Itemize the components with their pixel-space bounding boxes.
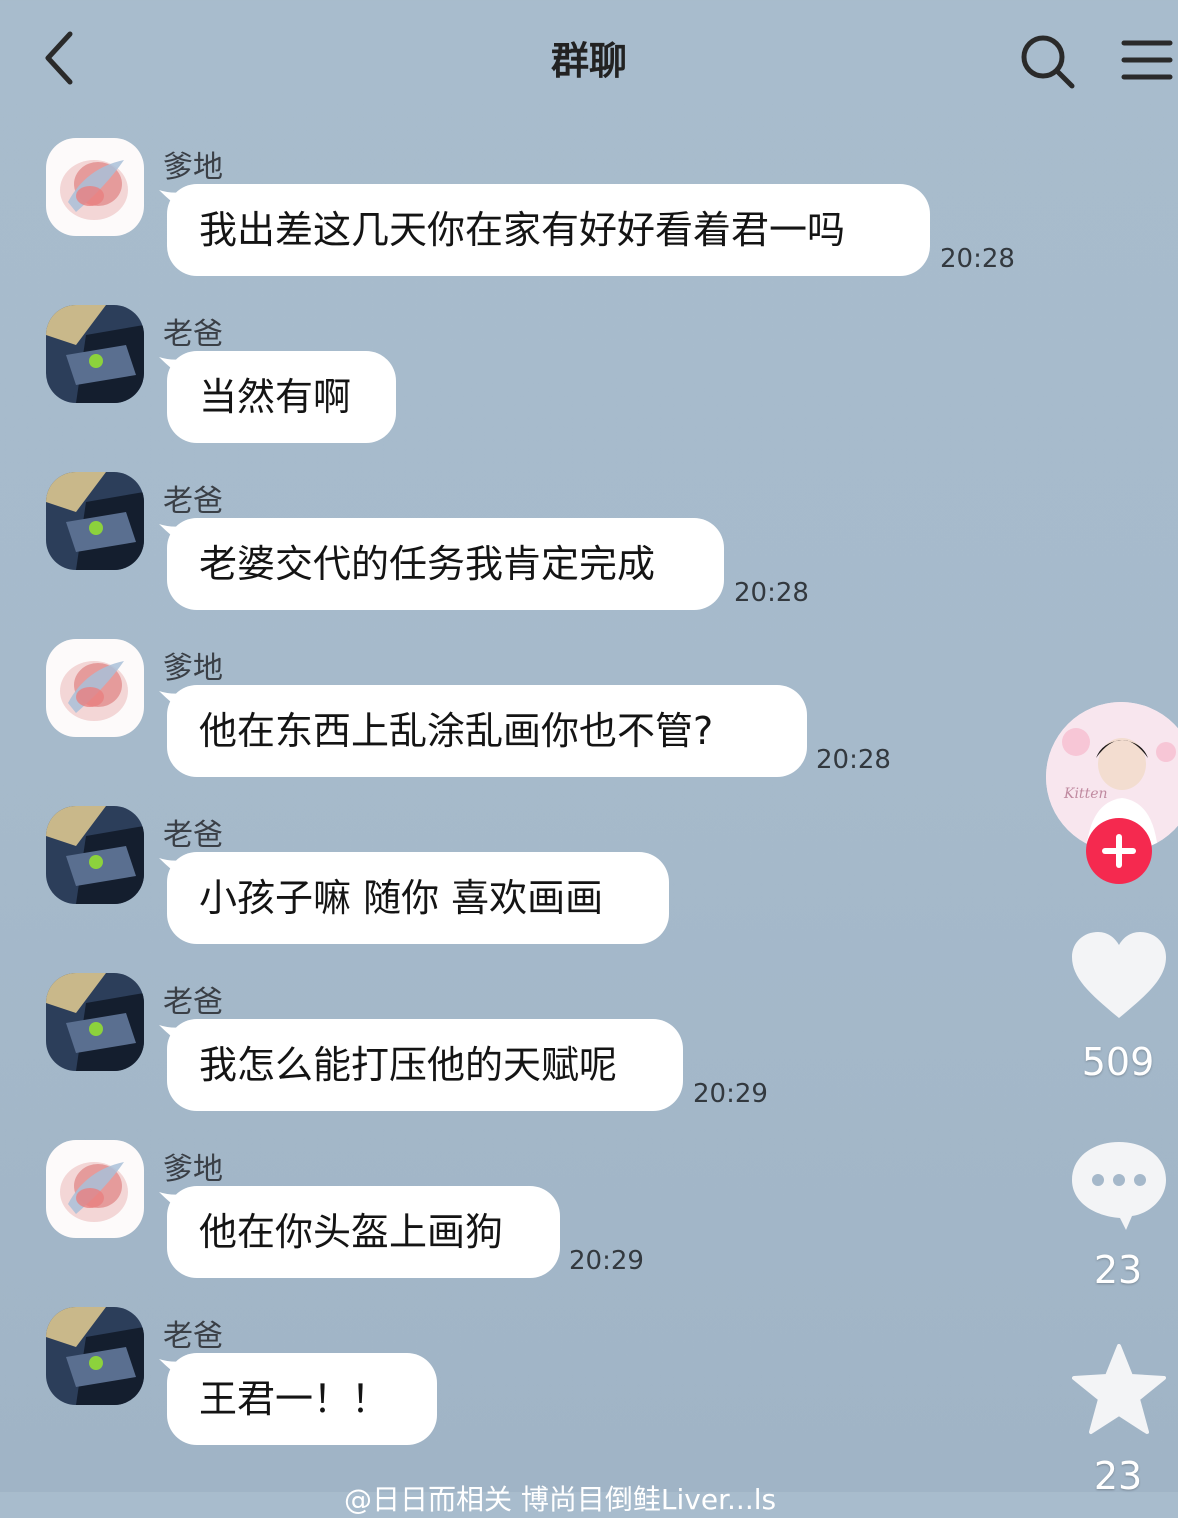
message-row: 爹地 他在东西上乱涂乱画你也不管? 20:28	[0, 639, 1178, 806]
heart-icon	[1072, 932, 1166, 1018]
sender-name: 老爸	[163, 818, 223, 853]
bubble-tail	[159, 357, 185, 379]
like-count: 509	[1081, 1040, 1155, 1084]
message-row: 老爸 当然有啊	[0, 305, 1178, 472]
car-avatar-icon	[46, 806, 144, 904]
message-time: 20:28	[940, 244, 1015, 274]
message-text: 小孩子嘛 随你 喜欢画画	[199, 876, 604, 920]
menu-button[interactable]	[1118, 34, 1174, 86]
message-row: 爹地 他在你头盔上画狗 20:29	[0, 1140, 1178, 1307]
message-row: 老爸 老婆交代的任务我肯定完成 20:28	[0, 472, 1178, 639]
sender-name: 爹地	[163, 1152, 223, 1187]
message-bubble[interactable]: 我怎么能打压他的天赋呢	[159, 1019, 683, 1111]
avatar[interactable]	[46, 1140, 144, 1238]
message-text: 当然有啊	[199, 375, 352, 419]
message-text: 老婆交代的任务我肯定完成	[199, 542, 656, 586]
bubble-tail	[159, 524, 185, 546]
message-bubble[interactable]: 当然有啊	[159, 351, 396, 443]
sender-name: 老爸	[163, 1319, 223, 1354]
sender-name: 老爸	[163, 985, 223, 1020]
flower-avatar-icon	[46, 138, 144, 236]
avatar-text: Kitten	[1063, 786, 1108, 802]
avatar[interactable]	[46, 806, 144, 904]
message-text: 王君一！！	[199, 1377, 390, 1421]
avatar[interactable]	[46, 138, 144, 236]
bubble-tail	[159, 858, 185, 880]
favorite-button[interactable]	[1072, 1344, 1166, 1436]
top-bar: 群聊	[0, 0, 1178, 120]
bubble-tail	[159, 190, 185, 212]
message-bubble[interactable]: 他在东西上乱涂乱画你也不管?	[159, 685, 807, 777]
message-bubble[interactable]: 老婆交代的任务我肯定完成	[159, 518, 724, 610]
sender-name: 老爸	[163, 317, 223, 352]
flower-avatar-icon	[46, 639, 144, 737]
car-avatar-icon	[46, 305, 144, 403]
avatar[interactable]	[46, 305, 144, 403]
message-bubble[interactable]: 王君一！！	[159, 1353, 437, 1445]
message-time: 20:29	[693, 1079, 768, 1109]
car-avatar-icon	[46, 973, 144, 1071]
search-button[interactable]	[1016, 30, 1078, 92]
message-time: 20:28	[734, 578, 809, 608]
page-title: 群聊	[550, 39, 627, 83]
comment-button[interactable]	[1070, 1138, 1168, 1232]
car-avatar-icon	[46, 1307, 144, 1405]
car-avatar-icon	[46, 472, 144, 570]
message-text: 他在你头盔上画狗	[199, 1210, 504, 1254]
watermark: @日日而相关 博尚目倒鲑Liver...ls	[344, 1483, 777, 1516]
bubble-tail	[159, 1359, 185, 1381]
comment-count: 23	[1093, 1248, 1143, 1292]
message-text: 他在东西上乱涂乱画你也不管?	[199, 709, 714, 753]
message-row: 老爸 王君一！！	[0, 1307, 1178, 1474]
message-bubble[interactable]: 小孩子嘛 随你 喜欢画画	[159, 852, 669, 944]
plus-icon	[1102, 834, 1136, 868]
message-row: 老爸 我怎么能打压他的天赋呢 20:29	[0, 973, 1178, 1140]
star-icon	[1072, 1344, 1166, 1434]
bubble-tail	[159, 691, 185, 713]
sender-name: 老爸	[163, 484, 223, 519]
search-icon	[1021, 35, 1075, 89]
message-row: 老爸 小孩子嘛 随你 喜欢画画	[0, 806, 1178, 973]
sender-name: 爹地	[163, 651, 223, 686]
favorite-count: 23	[1093, 1454, 1143, 1498]
avatar[interactable]	[46, 639, 144, 737]
comment-icon	[1072, 1142, 1166, 1230]
menu-icon	[1121, 40, 1173, 80]
message-text: 我怎么能打压他的天赋呢	[199, 1043, 618, 1087]
bubble-tail	[159, 1025, 185, 1047]
avatar[interactable]	[46, 1307, 144, 1405]
flower-avatar-icon	[46, 1140, 144, 1238]
message-text: 我出差这几天你在家有好好看着君一吗	[199, 208, 846, 252]
sender-name: 爹地	[163, 150, 223, 185]
avatar[interactable]	[46, 973, 144, 1071]
message-bubble[interactable]: 他在你头盔上画狗	[159, 1186, 560, 1278]
like-button[interactable]	[1070, 930, 1168, 1022]
follow-button[interactable]	[1086, 818, 1152, 884]
avatar[interactable]	[46, 472, 144, 570]
message-bubble[interactable]: 我出差这几天你在家有好好看着君一吗	[159, 184, 930, 276]
bubble-tail	[159, 1192, 185, 1214]
message-row: 爹地 我出差这几天你在家有好好看着君一吗 20:28	[0, 138, 1178, 305]
message-time: 20:29	[569, 1246, 644, 1276]
message-time: 20:28	[816, 745, 891, 775]
